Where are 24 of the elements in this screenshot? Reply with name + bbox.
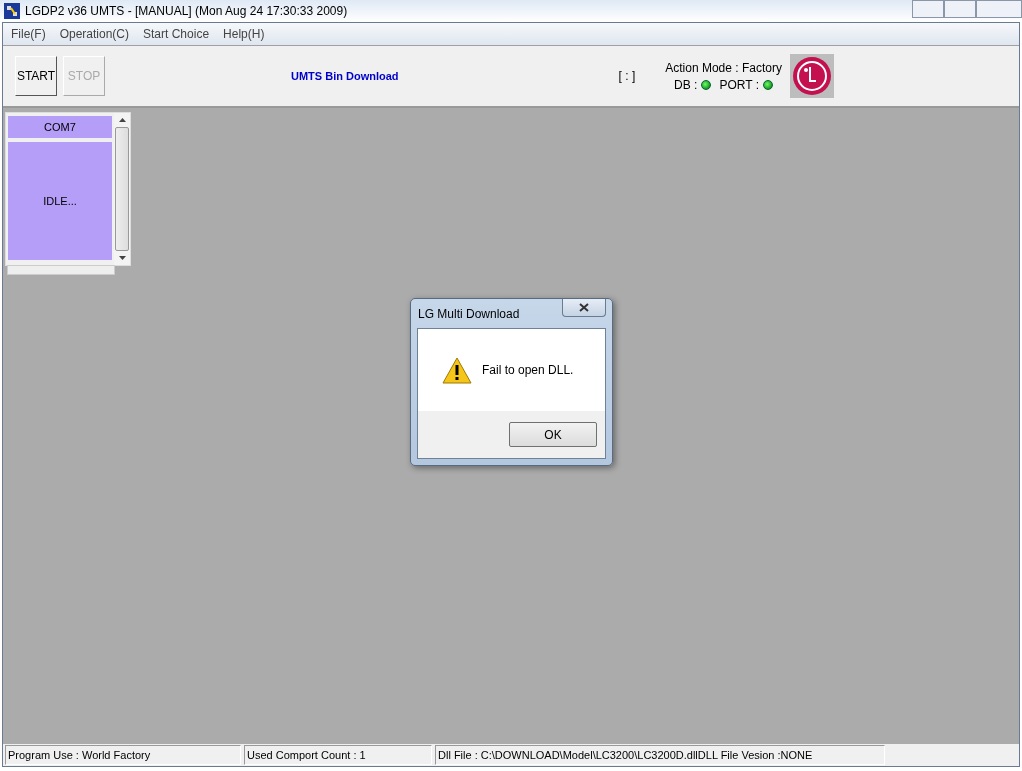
mode-title: UMTS Bin Download [291,70,399,82]
menu-item[interactable]: Help(H) [223,27,265,41]
warning-icon [442,356,472,384]
action-mode-label: Action Mode : Factory [665,60,782,75]
status-field: Dll File : C:\DOWNLOAD\Model\LC3200\LC3200D.dllDLL File Vesion :NONE [435,745,885,765]
port-status: IDLE... [8,142,112,260]
ok-button[interactable]: OK [509,422,597,447]
menu-item[interactable]: Operation(C) [59,27,130,41]
dialog-message: Fail to open DLL. [482,363,574,377]
menu-item[interactable]: File(F) [11,27,46,41]
indicator-label: DB : [674,77,698,92]
close-icon [579,303,589,312]
menu-item[interactable]: Start Choice [143,27,210,41]
port-label: COM7 [8,116,112,138]
indicator-label: PORT : [719,77,760,92]
app-icon [4,3,20,19]
start-button[interactable]: START [15,56,57,96]
scrollbar[interactable] [114,113,130,265]
status-field: Used Comport Count : 1 [244,745,432,765]
horizontal-scrollbar[interactable] [7,265,115,275]
time-display: [ : ] [618,69,636,83]
dialog-title: LG Multi Download [417,306,521,321]
window-title: LGDP2 v36 UMTS - [MANUAL] (Mon Aug 24 17:30:33 2009) [25,4,348,18]
status-field: Program Use : World Factory [5,745,241,765]
